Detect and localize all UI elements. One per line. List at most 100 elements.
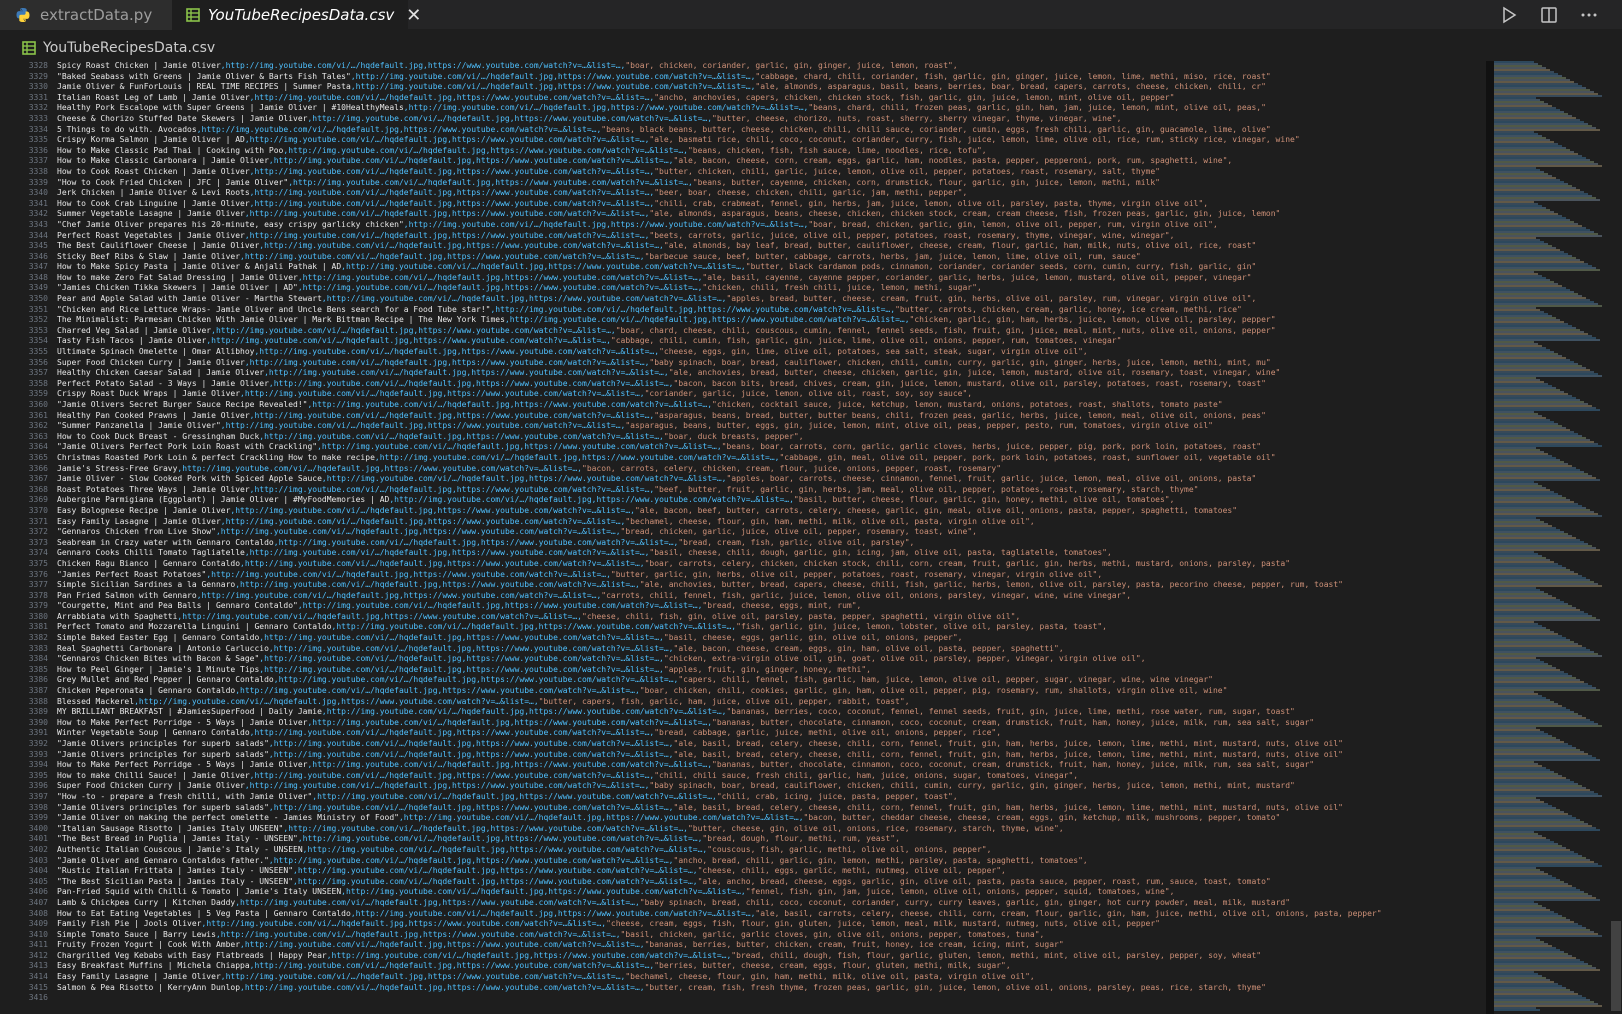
csv-row[interactable]: How to Cook Roast Chicken | Jamie Oliver…: [57, 167, 1485, 178]
csv-row[interactable]: "Jamie Oliver on making the perfect omel…: [57, 813, 1485, 824]
tab-youtuberecipesdata-csv[interactable]: YouTubeRecipesData.csv ✕: [172, 0, 421, 30]
csv-row[interactable]: Perfect Roast Vegetables | Jamie Oliver,…: [57, 231, 1485, 242]
csv-row[interactable]: Crispy Korma Salmon | Jamie Oliver | AD,…: [57, 135, 1485, 146]
csv-row[interactable]: "Jamie Olivers principles for superb sal…: [57, 750, 1485, 761]
csv-row[interactable]: Summer Vegetable Lasagne | Jamie Oliver,…: [57, 209, 1485, 220]
split-editor-icon[interactable]: [1538, 4, 1560, 26]
run-icon[interactable]: [1498, 4, 1520, 26]
csv-row[interactable]: Perfect Potato Salad - 3 Ways | Jamie Ol…: [57, 379, 1485, 390]
csv-row[interactable]: MY BRILLIANT BREAKFAST | #JamiesSuperFoo…: [57, 707, 1485, 718]
csv-row[interactable]: How to Make Perfect Porridge - 5 Ways | …: [57, 760, 1485, 771]
csv-row[interactable]: "The Best Sicilian Pasta | Jamies Italy …: [57, 877, 1485, 888]
csv-row[interactable]: Super Food Chicken Curry | Jamie Oliver,…: [57, 358, 1485, 369]
csv-row[interactable]: How to Make Perfect Porridge - 5 Ways | …: [57, 718, 1485, 729]
csv-row[interactable]: Jamie Oliver & FunForLouis | REAL TIME R…: [57, 82, 1485, 93]
csv-row[interactable]: Lamb & Chickpea Curry | Kitchen Daddy,ht…: [57, 898, 1485, 909]
csv-row[interactable]: Chargrilled Veg Kebabs with Easy Flatbre…: [57, 951, 1485, 962]
csv-row[interactable]: "Italian Sausage Risotto | Jamies Italy …: [57, 824, 1485, 835]
csv-row[interactable]: Jerk Chicken | Jamie Oliver & Levi Roots…: [57, 188, 1485, 199]
csv-row[interactable]: Jamie's Stress-Free Gravy,http://img.you…: [57, 464, 1485, 475]
csv-row[interactable]: [57, 993, 1485, 1004]
csv-row[interactable]: "Courgette, Mint and Pea Balls | Gennaro…: [57, 601, 1485, 612]
csv-row[interactable]: "Jamie Olivers principles for superb sal…: [57, 739, 1485, 750]
csv-row[interactable]: Perfect Tomato and Mozzarella Linguini |…: [57, 622, 1485, 633]
csv-row[interactable]: "Jamie Olivers principles for superb sal…: [57, 803, 1485, 814]
minimap[interactable]: [1494, 61, 1610, 1014]
csv-row[interactable]: Aubergine Parmigiana (Eggplant) | Jamie …: [57, 495, 1485, 506]
csv-row[interactable]: Winter Vegetable Soup | Gennaro Contaldo…: [57, 728, 1485, 739]
csv-row[interactable]: Blessed Mackerel,http://img.youtube.com/…: [57, 697, 1485, 708]
tab-extractdata-py[interactable]: extractData.py: [0, 0, 172, 30]
csv-row[interactable]: Pan Fried Salmon with Gennaro,http://img…: [57, 591, 1485, 602]
csv-row[interactable]: "Rustic Italian Frittata | Jamies Italy …: [57, 866, 1485, 877]
csv-row[interactable]: "Baked Seabass with Greens | Jamie Olive…: [57, 72, 1485, 83]
scrollbar-thumb[interactable]: [1611, 921, 1621, 1011]
csv-row[interactable]: Seabream in Crazy water with Gennaro Con…: [57, 538, 1485, 549]
csv-row[interactable]: 5 Things to do with. Avocados,http://img…: [57, 125, 1485, 136]
csv-row[interactable]: How to make Zero Fat Salad Dressing | Ja…: [57, 273, 1485, 284]
csv-row[interactable]: Pear and Apple Salad with Jamie Oliver -…: [57, 294, 1485, 305]
csv-row[interactable]: Chicken Ragu Bianco | Gennaro Contaldo,h…: [57, 559, 1485, 570]
csv-row[interactable]: Simple Tomato Sauce | Barry Lewis,http:/…: [57, 930, 1485, 941]
csv-row[interactable]: "Summer Panzanella | Jamie Oliver",http:…: [57, 421, 1485, 432]
csv-row[interactable]: Authentic Italian Couscous | Jamie's Ita…: [57, 845, 1485, 856]
csv-row[interactable]: "Jamies Perfect Roast Potatoes",http://i…: [57, 570, 1485, 581]
csv-row[interactable]: Pan-Fried Squid with Chilli & Tomato | J…: [57, 887, 1485, 898]
csv-row[interactable]: Super Food Chicken Curry | Jamie Oliver,…: [57, 781, 1485, 792]
csv-row[interactable]: Gennaro Cooks Chilli Tomato Tagliatelle,…: [57, 548, 1485, 559]
csv-row[interactable]: "Jamie Oliver and Gennaro Contaldos fath…: [57, 856, 1485, 867]
code-lines[interactable]: Spicy Roast Chicken | Jamie Oliver ,http:…: [57, 61, 1485, 1014]
csv-row[interactable]: Italian Roast Leg of Lamb | Jamie Oliver…: [57, 93, 1485, 104]
close-icon[interactable]: ✕: [406, 5, 421, 26]
csv-row[interactable]: How to Make Spicy Pasta | Jamie Oliver &…: [57, 262, 1485, 273]
csv-row[interactable]: Chicken Peperonata | Gennaro Contaldo,ht…: [57, 686, 1485, 697]
csv-row[interactable]: "How -to - prepare a fresh chilli, with …: [57, 792, 1485, 803]
csv-row[interactable]: Salmon & Pea Risotto | KerryAnn Dunlop,h…: [57, 983, 1485, 994]
csv-row[interactable]: "Chicken and Rice Lettuce Wraps- Jamie O…: [57, 305, 1485, 316]
csv-row[interactable]: Real Spaghetti Carbonara | Antonio Carlu…: [57, 644, 1485, 655]
csv-row[interactable]: Fruity Frozen Yogurt | Cook With Amber,h…: [57, 940, 1485, 951]
csv-row[interactable]: Healthy Pork Escalope with Super Greens …: [57, 103, 1485, 114]
csv-row[interactable]: Arrabbiata with Spaghetti,http://img.you…: [57, 612, 1485, 623]
csv-row[interactable]: Sticky Beef Ribs & Slaw | Jamie Oliver,h…: [57, 252, 1485, 263]
csv-row[interactable]: Healthy Chicken Caesar Salad | Jamie Oli…: [57, 368, 1485, 379]
csv-row[interactable]: Healthy Pan Cooked Prawns | Jamie Oliver…: [57, 411, 1485, 422]
csv-row[interactable]: How to Eat Eating Vegetables | 5 Veg Pas…: [57, 909, 1485, 920]
csv-row[interactable]: How to Cook Crab Linguine | Jamie Oliver…: [57, 199, 1485, 210]
csv-row[interactable]: Spicy Roast Chicken | Jamie Oliver,http:…: [57, 61, 1485, 72]
csv-row[interactable]: Crispy Roast Duck Wraps | Jamie Oliver,h…: [57, 389, 1485, 400]
csv-row[interactable]: Roast Potatoes Three Ways | Jamie Oliver…: [57, 485, 1485, 496]
csv-row[interactable]: Simple Baked Easter Egg | Gennaro Contal…: [57, 633, 1485, 644]
csv-row[interactable]: Easy Bolognese Recipe | Jamie Oliver,htt…: [57, 506, 1485, 517]
csv-row[interactable]: Simple Sicilian Sardines a la Gennaro,ht…: [57, 580, 1485, 591]
csv-row[interactable]: How to Make Classic Pad Thai | Cooking w…: [57, 146, 1485, 157]
csv-row[interactable]: "Jamie Olivers Perfect Pork Loin Roast w…: [57, 442, 1485, 453]
csv-row[interactable]: Easy Breakfast Muffins | Michela Chiappa…: [57, 961, 1485, 972]
csv-row[interactable]: Jamie Oliver - Slow Cooked Pork with Spi…: [57, 474, 1485, 485]
more-actions-icon[interactable]: [1578, 4, 1600, 26]
csv-row[interactable]: "Chef Jamie Oliver prepares his 20-minut…: [57, 220, 1485, 231]
csv-row[interactable]: "How to Cook Fried Chicken | JFC | Jamie…: [57, 178, 1485, 189]
csv-row[interactable]: How to make Chilli Sauce! | Jamie Oliver…: [57, 771, 1485, 782]
csv-row[interactable]: Easy Family Lasagne | Jamie Oliver,http:…: [57, 972, 1485, 983]
csv-row[interactable]: Grey Mullet and Red Pepper | Gennaro Con…: [57, 675, 1485, 686]
csv-row[interactable]: "Jamie Olivers Secret Burger Sauce Recip…: [57, 400, 1485, 411]
csv-row[interactable]: How to Make Classic Carbonara | Jamie Ol…: [57, 156, 1485, 167]
csv-row[interactable]: The Best Cauliflower Cheese | Jamie Oliv…: [57, 241, 1485, 252]
editor-area[interactable]: 3328 3329 3330 3331 3332 3333 3334 3335 3336 3337…: [0, 61, 1622, 1014]
csv-row[interactable]: "Jamies Chicken Tikka Skewers | Jamie Ol…: [57, 283, 1485, 294]
csv-row[interactable]: Cheese & Chorizo Stuffed Date Skewers | …: [57, 114, 1485, 125]
csv-row[interactable]: Christmas Roasted Pork Loin & perfect Cr…: [57, 453, 1485, 464]
csv-row[interactable]: Charred Veg Salad | Jamie Oliver,http://…: [57, 326, 1485, 337]
breadcrumb-file[interactable]: YouTubeRecipesData.csv: [43, 40, 215, 56]
csv-row[interactable]: Family Fish Pie | Jools Oliver,http://im…: [57, 919, 1485, 930]
csv-row[interactable]: "Gennaros Chicken Bites with Bacon & Sag…: [57, 654, 1485, 665]
csv-row[interactable]: "Gennaros Chicken from Live Show",http:/…: [57, 527, 1485, 538]
csv-row[interactable]: Tasty Fish Tacos | Jamie Oliver,http://i…: [57, 336, 1485, 347]
csv-row[interactable]: How to Cook Duck Breast - Gressingham Du…: [57, 432, 1485, 443]
csv-row[interactable]: Easy Family Lasagne | Jamie Oliver,http:…: [57, 517, 1485, 528]
csv-row[interactable]: "The Best Bread in Puglia | Jamies Italy…: [57, 834, 1485, 845]
csv-row[interactable]: The Minimalist: Parmesan Chicken With Ja…: [57, 315, 1485, 326]
vertical-scrollbar[interactable]: [1610, 61, 1622, 1014]
csv-row[interactable]: Ultimate Spinach Omelette | Omar Allibho…: [57, 347, 1485, 358]
